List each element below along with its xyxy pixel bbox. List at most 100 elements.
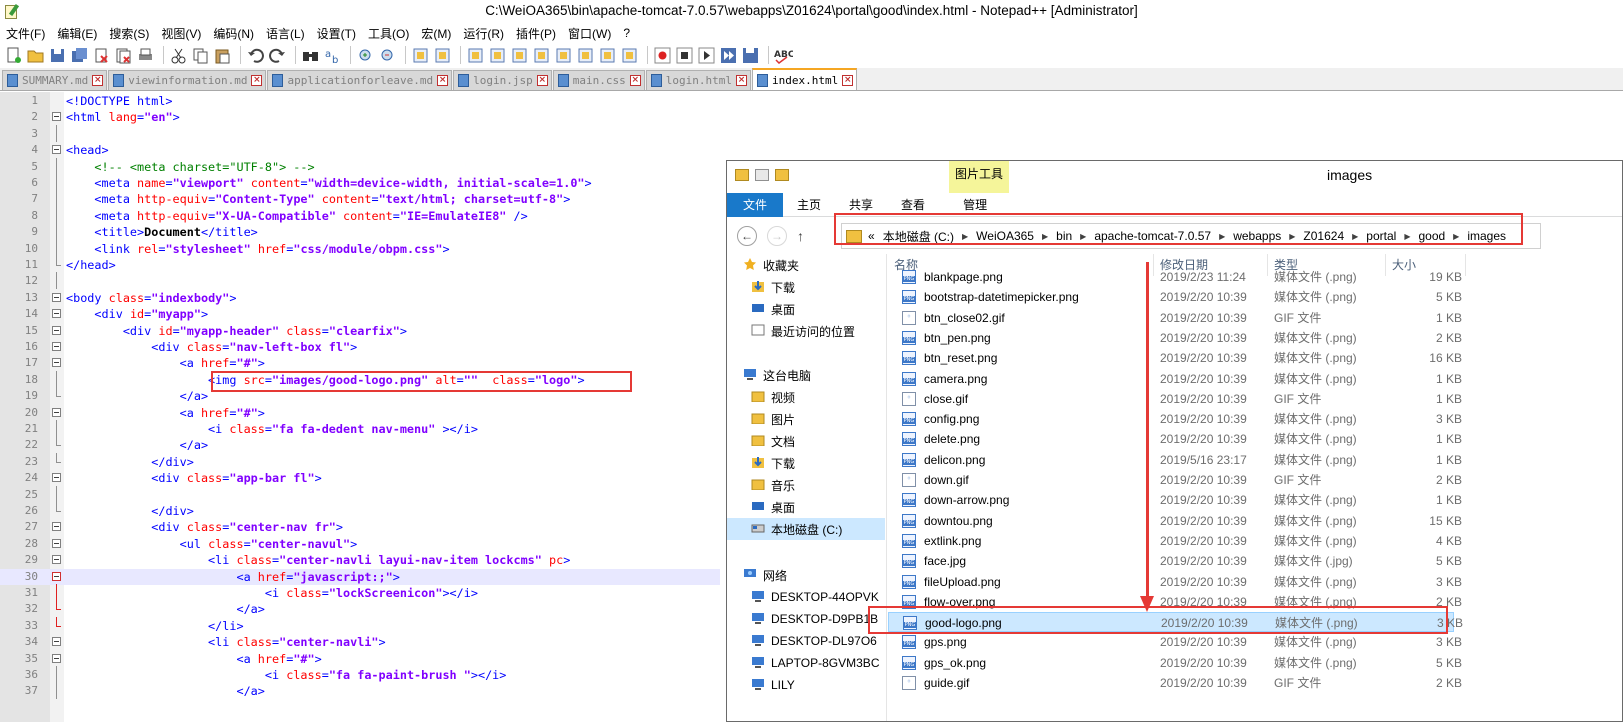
nav-item[interactable]: LAPTOP-8GVM3BC — [727, 652, 879, 674]
copy-icon[interactable] — [191, 46, 210, 65]
code-line[interactable]: 12 — [0, 272, 720, 290]
code-line[interactable]: 10 <link rel="stylesheet" href="css/modu… — [0, 239, 720, 258]
menu-item[interactable]: 窗口(W) — [568, 25, 611, 42]
zoom-in-icon[interactable] — [356, 46, 375, 65]
code-line[interactable]: 27 <div class="center-nav fr"> — [0, 519, 720, 536]
fold-toggle-icon[interactable] — [52, 407, 61, 417]
replace-icon[interactable]: ab — [323, 46, 342, 65]
nav-item[interactable]: DESKTOP-44OPVK — [727, 586, 879, 608]
save-icon[interactable] — [48, 46, 67, 65]
find-icon[interactable] — [301, 46, 320, 65]
code-line[interactable]: 6 <meta name="viewport" content="width=d… — [0, 174, 720, 192]
file-row[interactable]: PNG btn_pen.png 2019/2/20 10:39 媒体文件 (.png)… — [888, 328, 1622, 348]
tab-applicationforleave-md[interactable]: applicationforleave.md × — [267, 70, 453, 90]
fold-toggle-icon[interactable] — [52, 292, 61, 302]
menu-item[interactable]: 视图(V) — [161, 25, 201, 42]
code-line[interactable]: 15 <div id="myapp-header" class="clearfi… — [0, 323, 720, 340]
code-line[interactable]: 31 <i class="lockScreenicon"></i> — [0, 584, 720, 602]
record-macro-icon[interactable] — [653, 46, 672, 65]
code-line[interactable]: 14 <div id="myapp"> — [0, 306, 720, 323]
close-tab-icon[interactable]: × — [536, 75, 548, 86]
function-list-icon[interactable] — [576, 46, 595, 65]
code-line[interactable]: 3 — [0, 124, 720, 143]
tab-viewinformation-md[interactable]: viewinformation.md × — [108, 70, 267, 90]
cut-icon[interactable] — [169, 46, 188, 65]
file-row[interactable]: PNG config.png 2019/2/20 10:39 媒体文件 (.png) 3… — [888, 409, 1622, 429]
code-line[interactable]: 32 </a> — [0, 600, 720, 618]
sync-horizontal-icon[interactable] — [433, 46, 452, 65]
fold-toggle-icon[interactable] — [52, 522, 61, 532]
tab-login-html[interactable]: login.html × — [645, 70, 751, 90]
tab-index-html[interactable]: index.html × — [751, 68, 858, 90]
nav-item[interactable]: 收藏夹 — [727, 254, 799, 276]
nav-item[interactable]: LILY — [727, 674, 795, 696]
nav-item[interactable]: 视频 — [727, 386, 795, 408]
file-row[interactable]: PNG camera.png 2019/2/20 10:39 媒体文件 (.png) 1… — [888, 369, 1622, 389]
code-line[interactable]: 37 </a> — [0, 682, 720, 700]
file-row[interactable]: ◦ btn_close02.gif 2019/2/20 10:39 GIF 文件 1 K… — [888, 308, 1622, 328]
user-language-icon[interactable] — [532, 46, 551, 65]
menu-item[interactable]: 编码(N) — [213, 25, 254, 42]
code-line[interactable]: 26 </div> — [0, 502, 720, 520]
nav-item[interactable]: 桌面 — [727, 496, 795, 518]
stop-record-icon[interactable] — [675, 46, 694, 65]
code-line[interactable]: 24 <div class="app-bar fl"> — [0, 470, 720, 487]
code-line[interactable]: 35 <a href="#"> — [0, 651, 720, 668]
code-line[interactable]: 36 <i class="fa fa-paint-brush "></i> — [0, 666, 720, 684]
nav-item[interactable]: 这台电脑 — [727, 364, 811, 386]
paste-icon[interactable] — [213, 46, 232, 65]
nav-item[interactable]: 下载 — [727, 276, 795, 298]
menu-item[interactable]: ? — [623, 26, 630, 40]
undo-icon[interactable] — [246, 46, 265, 65]
close-tab-icon[interactable]: × — [842, 74, 854, 86]
fold-toggle-icon[interactable] — [52, 637, 61, 647]
file-row[interactable]: PNG bootstrap-datetimepicker.png 2019/2/20… — [888, 287, 1622, 307]
tab-main-css[interactable]: main.css × — [552, 70, 645, 90]
word-wrap-icon[interactable] — [466, 46, 485, 65]
code-line[interactable]: 4 <head> — [0, 142, 720, 159]
new-file-icon[interactable] — [4, 46, 23, 65]
code-line[interactable]: 8 <meta http-equiv="X-UA-Compatible" con… — [0, 206, 720, 225]
code-line[interactable]: 28 <ul class="center-navul"> — [0, 536, 720, 553]
close-all-icon[interactable] — [114, 46, 133, 65]
up-button[interactable]: ↑ — [797, 228, 804, 244]
close-icon[interactable] — [92, 46, 111, 65]
ribbon-tab[interactable]: 主页 — [783, 193, 835, 217]
code-line[interactable]: 13 <body class="indexbody"> — [0, 290, 720, 307]
nav-item[interactable]: 本地磁盘 (C:) — [727, 518, 885, 540]
fold-toggle-icon[interactable] — [52, 473, 61, 483]
code-line[interactable]: 25 — [0, 485, 720, 504]
fold-toggle-icon[interactable] — [52, 653, 61, 663]
folder-as-workspace-icon[interactable] — [598, 46, 617, 65]
code-line[interactable]: 21 <i class="fa fa-dedent nav-menu" ></i… — [0, 420, 720, 438]
menu-item[interactable]: 运行(R) — [463, 25, 504, 42]
code-line[interactable]: 5 <!-- <meta charset="UTF-8"> --> — [0, 157, 720, 176]
code-line[interactable]: 7 <meta http-equiv="Content-Type" conten… — [0, 190, 720, 208]
code-line[interactable]: 17 <a href="#"> — [0, 355, 720, 372]
menu-item[interactable]: 搜索(S) — [109, 25, 149, 42]
file-row[interactable]: PNG gps_ok.png 2019/2/20 10:39 媒体文件 (.png) 5… — [888, 653, 1622, 673]
file-row[interactable]: PNG blankpage.png 2019/2/23 11:24 媒体文件 (.pn… — [888, 267, 1622, 287]
doc-map-icon[interactable] — [554, 46, 573, 65]
close-tab-icon[interactable]: × — [251, 75, 263, 86]
file-row[interactable]: ◦ guide.gif 2019/2/20 10:39 GIF 文件 2 KB — [888, 673, 1622, 693]
nav-item[interactable]: 桌面 — [727, 298, 795, 320]
code-line[interactable]: 22 </a> — [0, 436, 720, 454]
save-macro-icon[interactable] — [741, 46, 760, 65]
code-line[interactable]: 9 <title>Document</title> — [0, 223, 720, 241]
file-row[interactable]: PNG delicon.png 2019/5/16 23:17 媒体文件 (.png)… — [888, 450, 1622, 470]
properties-icon[interactable] — [755, 169, 769, 181]
file-row[interactable]: ◦ down.gif 2019/2/20 10:39 GIF 文件 2 KB — [888, 470, 1622, 490]
menu-item[interactable]: 工具(O) — [368, 25, 409, 42]
nav-item[interactable]: 文档 — [727, 430, 795, 452]
file-row[interactable]: PNG down-arrow.png 2019/2/20 10:39 媒体文件 (.p… — [888, 490, 1622, 510]
file-row[interactable]: PNG face.jpg 2019/2/20 10:39 媒体文件 (.jpg) 5 K… — [888, 551, 1622, 571]
fold-toggle-icon[interactable] — [52, 358, 61, 368]
menu-item[interactable]: 文件(F) — [6, 25, 45, 42]
file-row[interactable]: PNG gps.png 2019/2/20 10:39 媒体文件 (.png) 3 KB — [888, 632, 1622, 652]
code-line[interactable]: 2 <html lang="en"> — [0, 109, 720, 126]
tab-login-jsp[interactable]: login.jsp × — [453, 70, 552, 90]
code-line[interactable]: 23 </div> — [0, 452, 720, 471]
fold-toggle-icon[interactable] — [52, 342, 61, 351]
redo-icon[interactable] — [268, 46, 287, 65]
